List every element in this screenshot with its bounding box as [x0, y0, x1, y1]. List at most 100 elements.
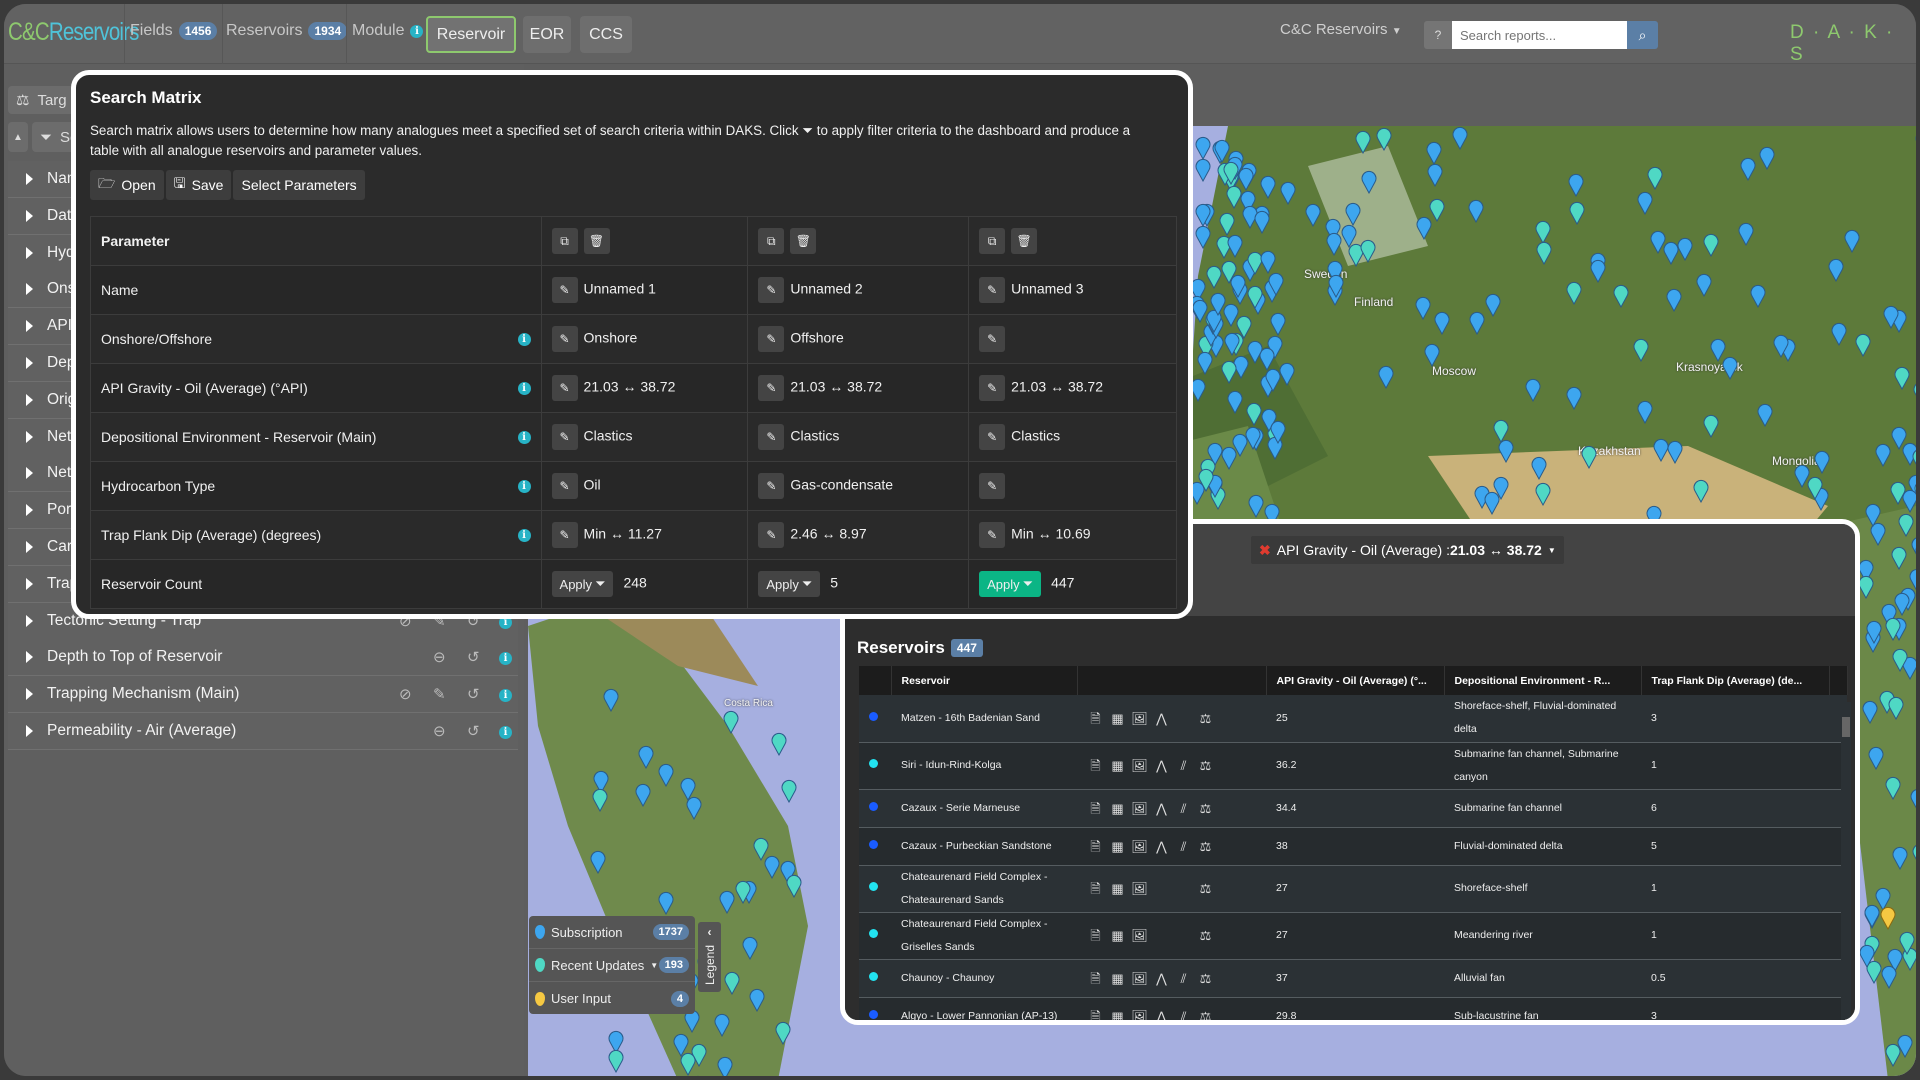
edit-pencil-icon[interactable]: ✎ [758, 277, 785, 303]
paint-bucket-icon[interactable]: ✎ [433, 685, 446, 703]
legend-item-recent-updates[interactable]: Recent Updates ▼ 193 [529, 949, 695, 982]
map-pin[interactable] [1247, 340, 1263, 365]
info-icon[interactable]: i [517, 479, 531, 493]
map-pin[interactable] [1633, 338, 1649, 362]
expand-arrow-icon[interactable] [26, 209, 33, 222]
map-pin[interactable] [1221, 360, 1237, 384]
map-pin[interactable] [1915, 542, 1916, 566]
chart-icon[interactable]: ⋀ [1153, 754, 1170, 777]
account-dropdown[interactable]: C&C Reservoirs ▼ [1280, 21, 1402, 38]
table-icon[interactable]: ▦ [1109, 877, 1126, 900]
map-pin[interactable] [680, 777, 696, 801]
map-pin[interactable] [1653, 438, 1669, 462]
map-pin[interactable] [1246, 402, 1262, 427]
map-pin[interactable] [1885, 776, 1901, 801]
remove-filter-icon[interactable]: ✖ [1259, 542, 1271, 559]
chart-icon[interactable]: ⋀ [1153, 835, 1170, 858]
edit-pencil-icon[interactable]: ✎ [979, 375, 1006, 401]
map-pin[interactable] [1722, 356, 1738, 380]
report-icon[interactable]: 🗎 [1087, 754, 1104, 777]
map-pin[interactable] [1268, 272, 1284, 297]
edit-pencil-icon[interactable]: ✎ [551, 522, 578, 548]
edit-pencil-icon[interactable]: ✎ [979, 522, 1006, 548]
reservoir-name-cell[interactable]: Chateaurenard Field Complex - Chateauren… [891, 865, 1077, 913]
map-pin[interactable] [1260, 250, 1276, 275]
info-icon[interactable]: i [517, 528, 531, 542]
edit-pencil-icon[interactable]: ✎ [758, 473, 785, 499]
map-pin[interactable] [1885, 617, 1901, 642]
map-pin[interactable] [786, 874, 802, 899]
map-pin[interactable] [1885, 1043, 1901, 1067]
map-pin[interactable] [1566, 386, 1582, 410]
map-pin[interactable] [1613, 284, 1629, 309]
map-pin[interactable] [1757, 403, 1773, 428]
map-pin[interactable] [1280, 181, 1296, 205]
legend-item-user-input[interactable]: User Input 4 [529, 982, 695, 1015]
report-icon[interactable]: 🗎 [1087, 924, 1104, 947]
expand-arrow-icon[interactable] [26, 504, 33, 517]
report-icon[interactable]: 🗎 [1087, 877, 1104, 900]
log-icon[interactable]: ⫽ [1175, 797, 1192, 820]
map-pin[interactable] [1883, 305, 1899, 329]
report-icon[interactable]: 🗎 [1087, 835, 1104, 858]
map-pin[interactable] [1230, 274, 1246, 299]
search-input[interactable] [1452, 21, 1627, 49]
edit-pencil-icon[interactable]: ✎ [551, 424, 578, 450]
info-icon[interactable]: i [517, 381, 531, 395]
nav-reservoirs[interactable]: Reservoirs 1934 [226, 22, 348, 40]
open-button[interactable]: 🗁 Open [90, 170, 164, 200]
map-pin[interactable] [1195, 203, 1211, 227]
map-pin[interactable] [1909, 568, 1916, 592]
info-icon[interactable]: i [410, 24, 424, 38]
image-icon[interactable]: 🖼 [1131, 1005, 1148, 1021]
map-pin[interactable] [680, 1052, 696, 1076]
table-row[interactable]: Siri - Idun-Rind-Kolga 🗎 ▦ 🖼 ⋀ ⫽ ⚖ 36.2 Submarin… [859, 742, 1847, 790]
map-pin[interactable] [1248, 494, 1264, 518]
map-pin[interactable] [1892, 846, 1908, 870]
expand-arrow-icon[interactable] [26, 577, 33, 590]
report-icon[interactable]: 🗎 [1087, 797, 1104, 820]
table-row[interactable]: Algyo - Lower Pannonian (AP-13) 🗎 ▦ 🖼 ⋀ ⫽ ⚖ 29.… [859, 997, 1847, 1021]
map-pin[interactable] [1738, 222, 1754, 247]
map-pin[interactable] [1703, 233, 1719, 258]
map-pin[interactable] [1328, 274, 1344, 299]
expand-arrow-icon[interactable] [26, 283, 33, 296]
map-pin[interactable] [1531, 456, 1547, 480]
map-pin[interactable] [1279, 362, 1295, 386]
reset-icon[interactable]: ↺ [467, 685, 480, 703]
map-pin[interactable] [1807, 476, 1823, 501]
expand-arrow-icon[interactable] [26, 246, 33, 259]
report-icon[interactable]: 🗎 [1087, 707, 1104, 730]
expand-arrow-icon[interactable] [26, 688, 33, 701]
map-pin[interactable] [603, 688, 619, 713]
map-pin[interactable] [1902, 489, 1916, 513]
map-pin[interactable] [590, 850, 606, 875]
map-pin[interactable] [749, 988, 765, 1013]
map-pin[interactable] [1814, 450, 1830, 475]
edit-pencil-icon[interactable]: ✎ [979, 424, 1006, 450]
table-icon[interactable]: ▦ [1109, 754, 1126, 777]
map-pin[interactable] [1693, 479, 1709, 504]
map-pin[interactable] [1831, 322, 1847, 347]
compare-icon[interactable]: ⚖ [1197, 797, 1214, 820]
map-pin[interactable] [1891, 546, 1907, 570]
help-icon[interactable]: ? [1424, 21, 1452, 49]
map-pin[interactable] [1198, 468, 1214, 493]
module-ccs-button[interactable]: CCS [580, 16, 632, 53]
log-icon[interactable]: ⫽ [1175, 1005, 1192, 1021]
sidebar-filter-item[interactable]: Trapping Mechanism (Main) ⊘ ✎ ↺ i [8, 676, 518, 714]
map-pin[interactable] [1650, 230, 1666, 254]
map-pin[interactable] [1254, 210, 1270, 234]
map-pin[interactable] [1703, 414, 1719, 439]
map-pin[interactable] [771, 732, 787, 757]
map-pin[interactable] [638, 745, 654, 769]
duplicate-column-icon[interactable]: ⧉ [979, 228, 1006, 254]
map-pin[interactable] [1535, 482, 1551, 507]
map-pin[interactable] [723, 710, 739, 734]
map-pin[interactable] [1773, 334, 1789, 358]
map-pin[interactable] [1195, 158, 1211, 183]
map-pin[interactable] [1566, 281, 1582, 306]
map-pin[interactable] [1759, 146, 1775, 171]
map-pin[interactable] [1223, 161, 1239, 186]
map-pin[interactable] [1866, 620, 1882, 645]
